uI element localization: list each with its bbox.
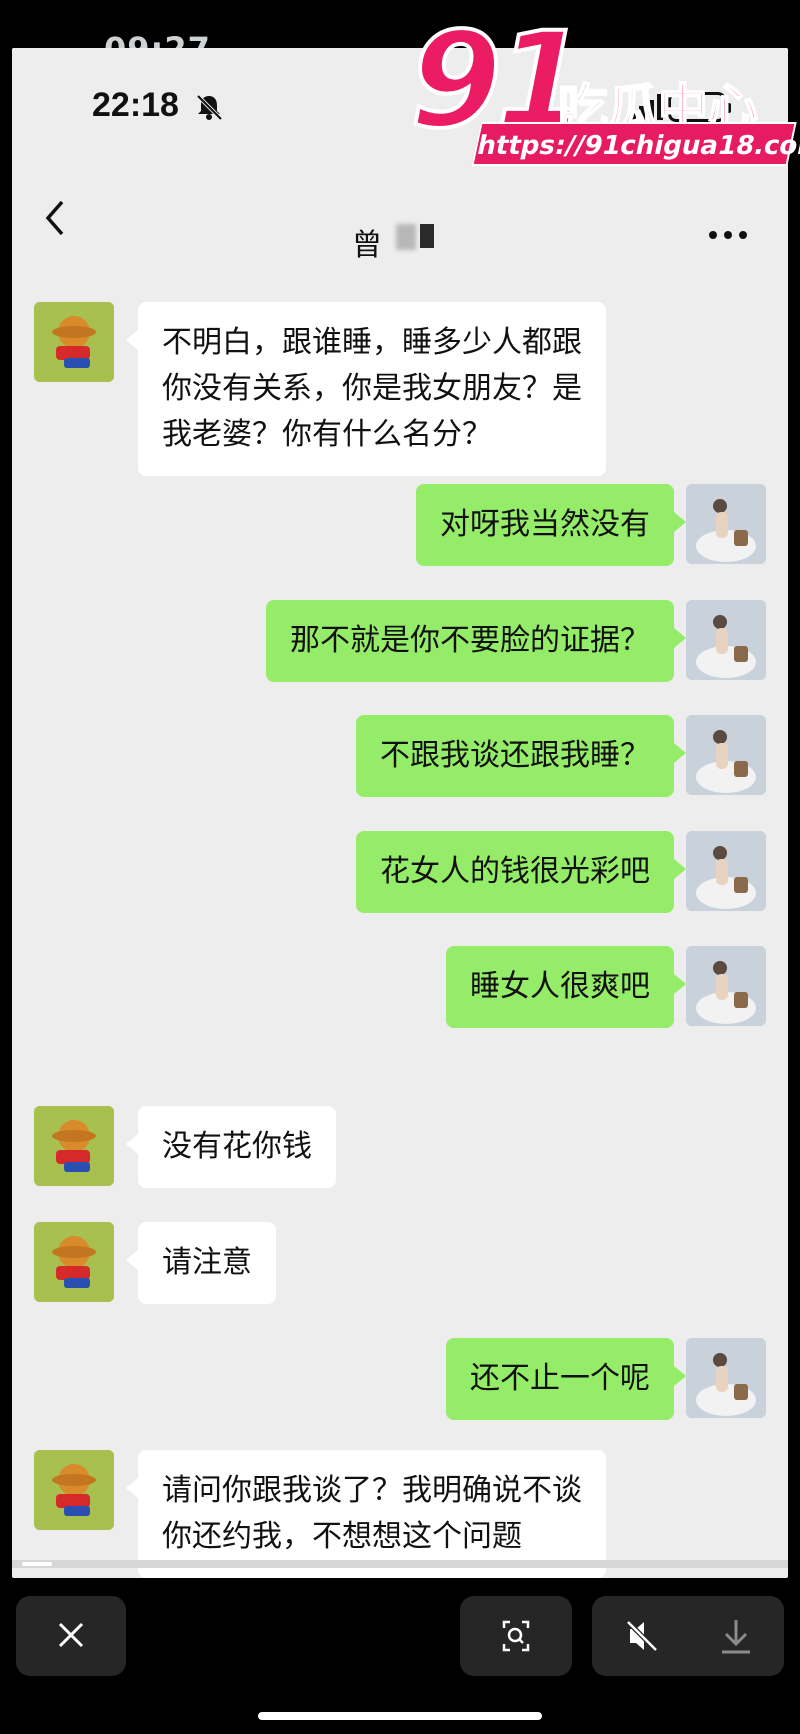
message-text: 那不就是你不要脸的证据？ [290,623,650,658]
viewer-toolbar [0,1578,800,1734]
my-message-bubble[interactable]: 花女人的钱很光彩吧 [356,831,686,913]
message-text: 对呀我当然没有 [440,507,650,542]
bell-muted-icon [196,94,223,121]
download-icon[interactable] [688,1596,784,1676]
more-dots-icon[interactable] [706,228,750,242]
contact-message-bubble[interactable]: 请注意 [126,1222,276,1304]
contact-avatar[interactable] [34,302,114,382]
media-actions [592,1596,784,1676]
message-list[interactable]: 不明白，跟谁睡，睡多少人都跟 你没有关系，你是我女朋友？是 我老婆？你有什么名分？ 对… [12,278,788,1578]
my-avatar[interactable] [686,831,766,911]
scan-search-icon [502,1620,530,1652]
contact-message-bubble[interactable]: 请问你跟我谈了？我明确说不谈 你还约我，不想想这个问题 [126,1450,606,1578]
my-message-bubble[interactable]: 对呀我当然没有 [416,484,686,566]
message-text: 请问你跟我谈了？我明确说不谈 [162,1473,582,1508]
my-message-bubble[interactable]: 睡女人很爽吧 [446,946,686,1028]
contact-avatar[interactable] [34,1106,114,1186]
my-message-bubble[interactable]: 还不止一个呢 [446,1338,686,1420]
message-text: 你还约我，不想想这个问题 [162,1519,522,1554]
my-avatar[interactable] [686,715,766,795]
redacted-name [420,224,434,248]
contact-avatar[interactable] [34,1450,114,1530]
home-indicator[interactable] [258,1712,542,1720]
my-avatar[interactable] [686,600,766,680]
message-text: 我老婆？你有什么名分？ [162,417,492,452]
close-button[interactable] [16,1596,126,1676]
message-text: 还不止一个呢 [470,1361,650,1396]
mute-icon[interactable] [592,1596,688,1676]
my-avatar[interactable] [686,484,766,564]
message-text: 请注意 [162,1245,252,1280]
message-text: 你没有关系，你是我女朋友？是 [162,371,582,406]
screenshot-viewer: 09:27 22:18 曾 [0,0,800,1734]
close-icon [58,1622,84,1648]
scroll-thumb[interactable] [22,1562,52,1566]
my-message-bubble[interactable]: 不跟我谈还跟我睡？ [356,715,686,797]
contact-message-bubble[interactable]: 没有花你钱 [126,1106,336,1188]
message-text: 睡女人很爽吧 [470,969,650,1004]
back-chevron-icon[interactable] [38,198,74,238]
wechat-screenshot: 22:18 曾 不明白，跟谁睡，睡多少人都跟 你没有关系，你是我女朋友？是 我老… [12,48,788,1578]
my-avatar[interactable] [686,946,766,1026]
message-text: 不跟我谈还跟我睡？ [380,738,650,773]
scrollbar[interactable] [12,1560,788,1568]
my-avatar[interactable] [686,1338,766,1418]
my-message-bubble[interactable]: 那不就是你不要脸的证据？ [266,600,686,682]
message-text: 没有花你钱 [162,1129,312,1164]
contact-avatar[interactable] [34,1222,114,1302]
scan-button[interactable] [460,1596,572,1676]
message-text: 不明白，跟谁睡，睡多少人都跟 [162,325,582,360]
chat-title: 曾 [352,228,382,263]
redacted-name [396,224,416,250]
contact-message-bubble[interactable]: 不明白，跟谁睡，睡多少人都跟 你没有关系，你是我女朋友？是 我老婆？你有什么名分？ [126,302,606,476]
watermark-url: https://91chigua18.com [471,122,800,166]
watermark-logo: 91 吃瓜中心 https://91chigua18.com [408,2,800,178]
status-time: 22:18 [92,86,179,124]
message-text: 花女人的钱很光彩吧 [380,854,650,889]
